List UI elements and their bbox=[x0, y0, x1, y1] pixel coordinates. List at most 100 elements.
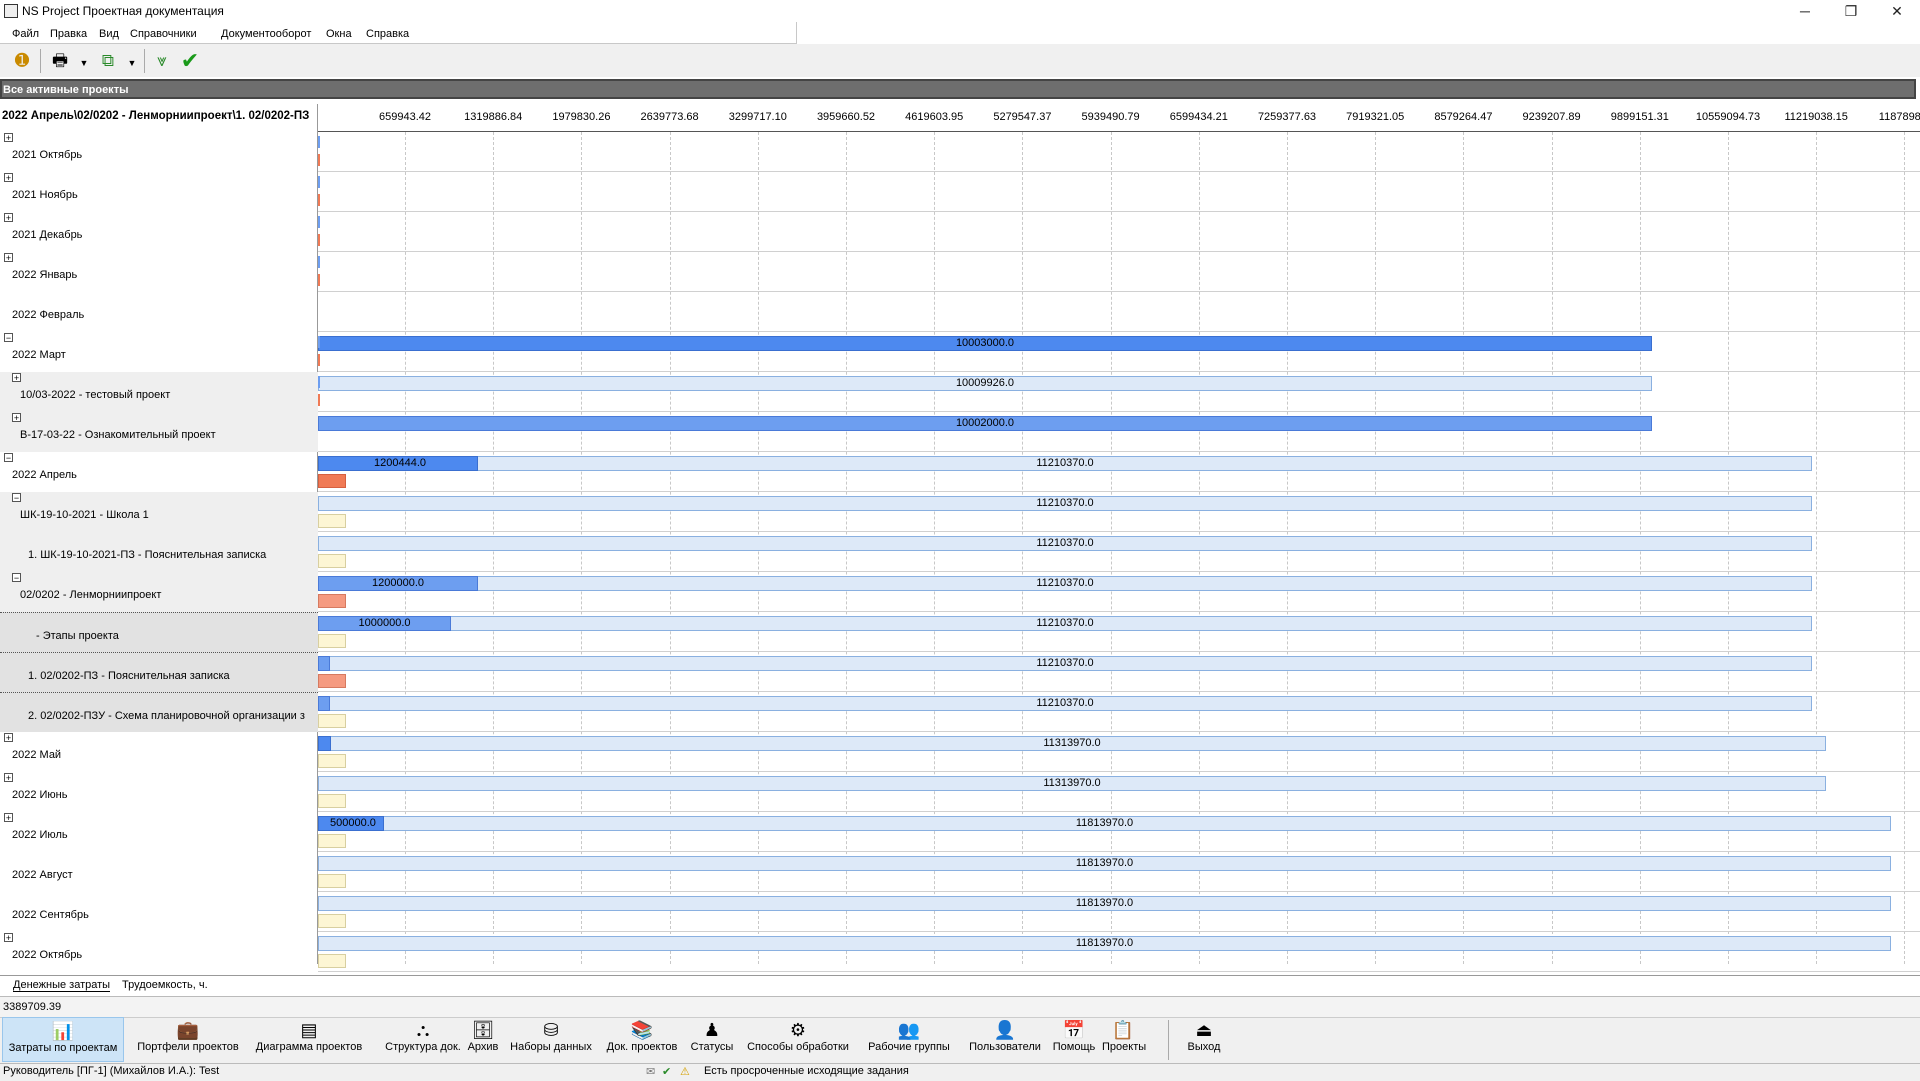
tree-row[interactable]: − 2022 Апрель bbox=[0, 452, 318, 492]
tree-row[interactable]: + В-17-03-22 - Ознакомительный проект bbox=[0, 412, 318, 452]
tree-row[interactable]: 2022 Февраль bbox=[0, 292, 318, 332]
collapse-icon[interactable]: − bbox=[4, 453, 13, 463]
nav-button-users[interactable]: 👤 Пользователи bbox=[962, 1017, 1048, 1062]
tree-row[interactable]: − 02/0202 - Ленморниипроект bbox=[0, 572, 318, 612]
collapse-icon[interactable]: − bbox=[12, 573, 21, 583]
actual-cost-bar[interactable]: 1000000.0 bbox=[318, 616, 451, 631]
nav-button-chart[interactable]: 📊 Затраты по проектам bbox=[2, 1017, 124, 1062]
expand-icon[interactable]: + bbox=[4, 813, 13, 823]
pending-bar[interactable] bbox=[318, 914, 346, 928]
cost-bar[interactable]: 11210370.0 bbox=[318, 656, 1812, 671]
expand-icon[interactable]: + bbox=[4, 733, 13, 743]
expand-icon[interactable]: + bbox=[12, 373, 21, 383]
tree-row[interactable]: − ШК-19-10-2021 - Школа 1 bbox=[0, 492, 318, 532]
nav-button-gantt[interactable]: ▤ Диаграмма проектов bbox=[250, 1017, 368, 1062]
tree-row[interactable]: +2022 Июль bbox=[0, 812, 318, 852]
cost-bar[interactable]: 11210370.0 bbox=[318, 536, 1812, 551]
overdue-bar[interactable] bbox=[318, 474, 346, 488]
pending-bar[interactable] bbox=[318, 834, 346, 848]
tree-row[interactable]: 2. 02/0202-ПЗУ - Схема планировочной орг… bbox=[0, 692, 318, 732]
cost-bar[interactable]: 11813970.0 bbox=[318, 856, 1891, 871]
expand-icon[interactable]: + bbox=[4, 133, 13, 143]
overdue-bar[interactable] bbox=[318, 674, 346, 688]
collapse-icon[interactable]: − bbox=[12, 493, 21, 503]
overdue-bar[interactable] bbox=[318, 594, 346, 608]
tree-row[interactable]: - Этапы проекта bbox=[0, 612, 318, 652]
tree-row[interactable]: +2022 Январь bbox=[0, 252, 318, 292]
menu-references[interactable]: Справочники bbox=[130, 28, 197, 40]
check-icon[interactable]: ✔ bbox=[178, 50, 202, 72]
actual-cost-bar[interactable] bbox=[318, 656, 330, 671]
cost-bar[interactable]: 10009926.0 bbox=[318, 376, 1652, 391]
collapse-icon[interactable]: − bbox=[4, 333, 13, 343]
coin-icon[interactable]: ➊ bbox=[10, 50, 34, 72]
nav-button-calendar[interactable]: 📅 Помощь bbox=[1050, 1017, 1098, 1062]
print-icon[interactable]: 🖶 bbox=[48, 50, 72, 72]
tree-row[interactable]: +10/03-2022 - тестовый проект bbox=[0, 372, 318, 412]
expand-icon[interactable]: + bbox=[4, 213, 13, 223]
actual-cost-bar[interactable]: 1200000.0 bbox=[318, 576, 478, 591]
tree-row[interactable]: +2022 Октябрь bbox=[0, 932, 318, 972]
filter-check-icon[interactable]: ⩔ bbox=[150, 50, 174, 72]
expand-icon[interactable]: + bbox=[12, 413, 21, 423]
tree-row[interactable]: − 2022 Март bbox=[0, 332, 318, 372]
pending-bar[interactable] bbox=[318, 514, 346, 528]
menu-help[interactable]: Справка bbox=[366, 28, 409, 40]
nav-button-structure[interactable]: ⛬ Структура док. bbox=[374, 1017, 472, 1062]
dropdown-arrow-icon[interactable]: ▼ bbox=[72, 52, 96, 74]
pending-bar[interactable] bbox=[318, 954, 346, 968]
expand-icon[interactable]: + bbox=[4, 773, 13, 783]
pending-bar[interactable] bbox=[318, 794, 346, 808]
cost-bar[interactable]: 10002000.0 bbox=[318, 416, 1652, 431]
nav-button-projects[interactable]: 📋 Проекты bbox=[1102, 1017, 1146, 1062]
cost-bar[interactable]: 11210370.0 bbox=[318, 576, 1812, 591]
cost-bar[interactable]: 11210370.0 bbox=[318, 456, 1812, 471]
menu-edit[interactable]: Правка bbox=[50, 28, 87, 40]
menu-view[interactable]: Вид bbox=[99, 28, 119, 40]
tree-row[interactable]: +2021 Ноябрь bbox=[0, 172, 318, 212]
tree-row[interactable]: 2022 Август bbox=[0, 852, 318, 892]
tab-money-costs[interactable]: Денежные затраты bbox=[13, 979, 111, 992]
nav-button-briefcase[interactable]: 💼 Портфели проектов bbox=[128, 1017, 248, 1062]
nav-button-exit[interactable]: ⏏ Выход bbox=[1180, 1017, 1228, 1062]
excel-icon[interactable]: ⧉ bbox=[96, 50, 120, 72]
menu-windows[interactable]: Окна bbox=[326, 28, 352, 40]
actual-cost-bar[interactable] bbox=[318, 736, 331, 751]
cost-bar[interactable]: 11813970.0 bbox=[318, 936, 1891, 951]
pending-bar[interactable] bbox=[318, 874, 346, 888]
nav-button-workgroup[interactable]: 👥 Рабочие группы bbox=[862, 1017, 956, 1062]
tree-row[interactable]: +2022 Май bbox=[0, 732, 318, 772]
nav-button-sql[interactable]: ⛁ Наборы данных bbox=[508, 1017, 594, 1062]
actual-cost-bar[interactable]: 1200444.0 bbox=[318, 456, 478, 471]
mail-icon[interactable]: ✉ bbox=[646, 1065, 655, 1078]
cost-bar[interactable]: 11813970.0 bbox=[318, 816, 1891, 831]
expand-icon[interactable]: + bbox=[4, 253, 13, 263]
pending-bar[interactable] bbox=[318, 714, 346, 728]
tree-row[interactable]: +2021 Декабрь bbox=[0, 212, 318, 252]
actual-cost-bar[interactable]: 500000.0 bbox=[318, 816, 384, 831]
dropdown-arrow-icon[interactable]: ▼ bbox=[120, 52, 144, 74]
warning-icon[interactable]: ⚠ bbox=[680, 1065, 690, 1078]
nav-button-status[interactable]: ♟ Статусы bbox=[690, 1017, 734, 1062]
menu-docflow[interactable]: Документооборот bbox=[221, 28, 311, 40]
cost-bar[interactable]: 11210370.0 bbox=[318, 616, 1812, 631]
cost-bar[interactable]: 11313970.0 bbox=[318, 776, 1826, 791]
expand-icon[interactable]: + bbox=[4, 933, 13, 943]
menu-file[interactable]: Файл bbox=[12, 28, 39, 40]
pending-bar[interactable] bbox=[318, 634, 346, 648]
expand-icon[interactable]: + bbox=[4, 173, 13, 183]
tree-row[interactable]: +2021 Октябрь bbox=[0, 132, 318, 172]
nav-button-archive[interactable]: 🗄 Архив bbox=[462, 1017, 504, 1062]
nav-button-books[interactable]: 📚 Док. проектов bbox=[600, 1017, 684, 1062]
tree-row[interactable]: 2022 Сентябрь bbox=[0, 892, 318, 932]
tab-labor-hours[interactable]: Трудоемкость, ч. bbox=[122, 979, 208, 991]
check-icon[interactable]: ✔ bbox=[662, 1065, 671, 1078]
pending-bar[interactable] bbox=[318, 554, 346, 568]
pending-bar[interactable] bbox=[318, 754, 346, 768]
tree-row[interactable]: 1. 02/0202-ПЗ - Пояснительная записка bbox=[0, 652, 318, 692]
cost-bar[interactable]: 11210370.0 bbox=[318, 496, 1812, 511]
maximize-button[interactable]: ❐ bbox=[1828, 0, 1874, 22]
cost-bar[interactable]: 10003000.0 bbox=[318, 336, 1652, 351]
tree-row[interactable]: +2022 Июнь bbox=[0, 772, 318, 812]
nav-button-processing[interactable]: ⚙ Способы обработки bbox=[742, 1017, 854, 1062]
